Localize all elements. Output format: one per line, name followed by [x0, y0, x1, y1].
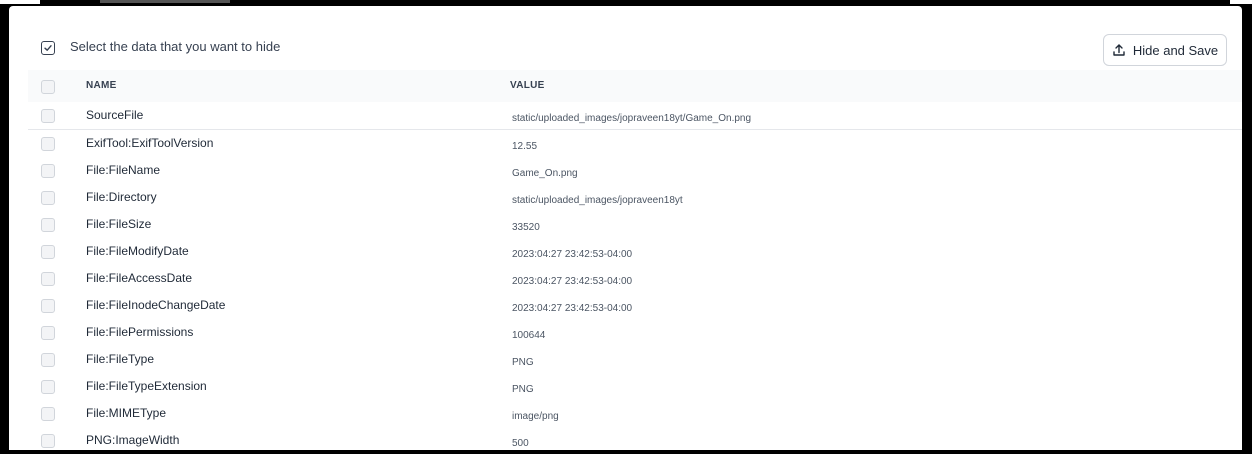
row-checkbox[interactable] — [41, 245, 55, 259]
row-value: PNG — [512, 384, 534, 395]
table-row: File:FileName Game_On.png — [28, 157, 1242, 184]
row-name: PNG:ImageWidth — [86, 433, 180, 447]
checkbox-checked-icon — [41, 41, 55, 55]
row-checkbox[interactable] — [41, 164, 55, 178]
row-checkbox[interactable] — [41, 137, 55, 151]
hide-and-save-button[interactable]: Hide and Save — [1103, 34, 1227, 66]
row-value: 2023:04:27 23:42:53-04:00 — [512, 249, 633, 260]
row-value: 100644 — [512, 330, 546, 341]
row-name: File:FilePermissions — [86, 325, 194, 339]
table-row: File:Directory static/uploaded_images/jop… — [28, 184, 1242, 211]
row-name: File:FileName — [86, 163, 161, 177]
select-all-checkbox[interactable] — [41, 80, 55, 94]
row-value: 2023:04:27 23:42:53-04:00 — [512, 303, 633, 314]
row-checkbox[interactable] — [41, 434, 55, 448]
top-strip-fragment — [100, 0, 230, 3]
row-value: PNG — [512, 357, 534, 368]
table-row: SourceFile static/uploaded_images/joprave… — [28, 102, 1242, 130]
row-checkbox[interactable] — [41, 191, 55, 205]
table-row: File:FileTypeExtension PNG — [28, 373, 1242, 400]
row-checkbox[interactable] — [41, 299, 55, 313]
table-row: File:FileType PNG — [28, 346, 1242, 373]
top-strip-fragment — [1230, 0, 1252, 4]
row-checkbox[interactable] — [41, 218, 55, 232]
row-value: image/png — [512, 411, 559, 422]
metadata-table-body: SourceFile static/uploaded_images/joprave… — [28, 102, 1242, 454]
row-value: 2023:04:27 23:42:53-04:00 — [512, 276, 633, 287]
row-checkbox[interactable] — [41, 272, 55, 286]
row-value: static/uploaded_images/jopraveen18yt — [512, 195, 683, 206]
column-header-value: VALUE — [510, 80, 545, 91]
row-name: ExifTool:ExifToolVersion — [86, 136, 214, 150]
table-row: File:FileAccessDate 2023:04:27 23:42:53-0… — [28, 265, 1242, 292]
row-name: File:FileSize — [86, 217, 152, 231]
table-row: ExifTool:ExifToolVersion 12.55 — [28, 130, 1242, 157]
panel-header: Select the data that you want to hide Hi… — [9, 30, 1242, 72]
select-instruction: Select the data that you want to hide — [70, 39, 281, 54]
column-header-name: NAME — [86, 80, 117, 91]
table-header: NAME VALUE — [28, 70, 1242, 102]
row-value: 12.55 — [512, 141, 538, 152]
row-name: File:FileModifyDate — [86, 244, 189, 258]
table-row: File:MIMEType image/png — [28, 400, 1242, 427]
row-checkbox[interactable] — [41, 353, 55, 367]
row-name: File:Directory — [86, 190, 157, 204]
row-name: File:FileInodeChangeDate — [86, 298, 226, 312]
hide-and-save-label: Hide and Save — [1132, 42, 1219, 58]
row-checkbox[interactable] — [41, 326, 55, 340]
row-name: SourceFile — [86, 108, 144, 122]
top-strip-fragment — [0, 0, 40, 4]
row-checkbox[interactable] — [41, 407, 55, 421]
table-row: File:FilePermissions 100644 — [28, 319, 1242, 346]
table-row: File:FileInodeChangeDate 2023:04:27 23:42… — [28, 292, 1242, 319]
row-name: File:FileType — [86, 352, 155, 366]
row-name: File:FileAccessDate — [86, 271, 193, 285]
row-name: File:MIMEType — [86, 406, 167, 420]
table-row: File:FileSize 33520 — [28, 211, 1242, 238]
row-value: 500 — [512, 438, 529, 449]
upload-icon — [1112, 43, 1126, 57]
row-value: static/uploaded_images/jopraveen18yt/Gam… — [512, 113, 752, 124]
row-value: Game_On.png — [512, 168, 578, 179]
row-value: 33520 — [512, 222, 540, 233]
row-name: File:FileTypeExtension — [86, 379, 207, 393]
table-row: File:FileModifyDate 2023:04:27 23:42:53-0… — [28, 238, 1242, 265]
row-checkbox[interactable] — [41, 109, 55, 123]
row-checkbox[interactable] — [41, 380, 55, 394]
